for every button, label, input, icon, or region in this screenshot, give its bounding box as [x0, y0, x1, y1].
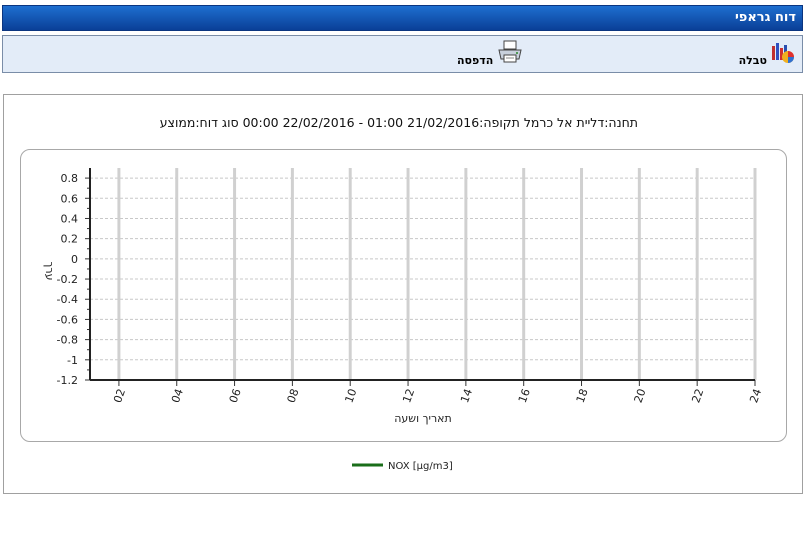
bar-pie-chart-icon: [772, 43, 794, 63]
toolbar: טבלה הדפסה: [2, 35, 803, 73]
print-label: הדפסה: [457, 54, 494, 67]
window-title-bar: דוח גראפי: [2, 5, 803, 31]
chart-frame: [20, 149, 787, 442]
report-title: תחנה:דליית אל כרמל תקופה:21/02/2016 01:0…: [159, 115, 638, 130]
print-button[interactable]: הדפסה: [455, 40, 527, 70]
page-title: דוח גראפי: [734, 10, 796, 25]
table-view-button[interactable]: טבלה: [729, 40, 799, 70]
table-label: טבלה: [738, 54, 767, 67]
printer-icon: [498, 40, 522, 63]
